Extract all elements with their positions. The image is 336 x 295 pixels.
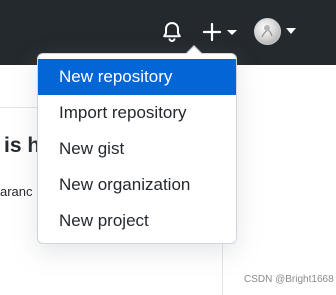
menu-item-new-repository[interactable]: New repository bbox=[38, 59, 236, 95]
divider bbox=[0, 107, 40, 108]
create-new-dropdown-menu: New repository Import repository New gis… bbox=[37, 53, 237, 244]
menu-item-new-project[interactable]: New project bbox=[38, 203, 236, 239]
avatar-chevron-down-icon[interactable] bbox=[286, 28, 296, 34]
watermark: CSDN @Bright1668 bbox=[244, 274, 334, 285]
create-new-plus-icon[interactable] bbox=[200, 20, 242, 44]
page-heading-fragment: is h bbox=[4, 134, 41, 157]
dropdown-caret-fill bbox=[187, 47, 201, 54]
menu-item-new-gist[interactable]: New gist bbox=[38, 131, 236, 167]
notifications-bell-icon[interactable] bbox=[160, 20, 184, 44]
user-avatar-menu[interactable] bbox=[254, 18, 300, 46]
menu-item-new-organization[interactable]: New organization bbox=[38, 167, 236, 203]
menu-item-import-repository[interactable]: Import repository bbox=[38, 95, 236, 131]
avatar[interactable] bbox=[254, 18, 281, 45]
page-text-fragment: aranc bbox=[0, 184, 33, 199]
